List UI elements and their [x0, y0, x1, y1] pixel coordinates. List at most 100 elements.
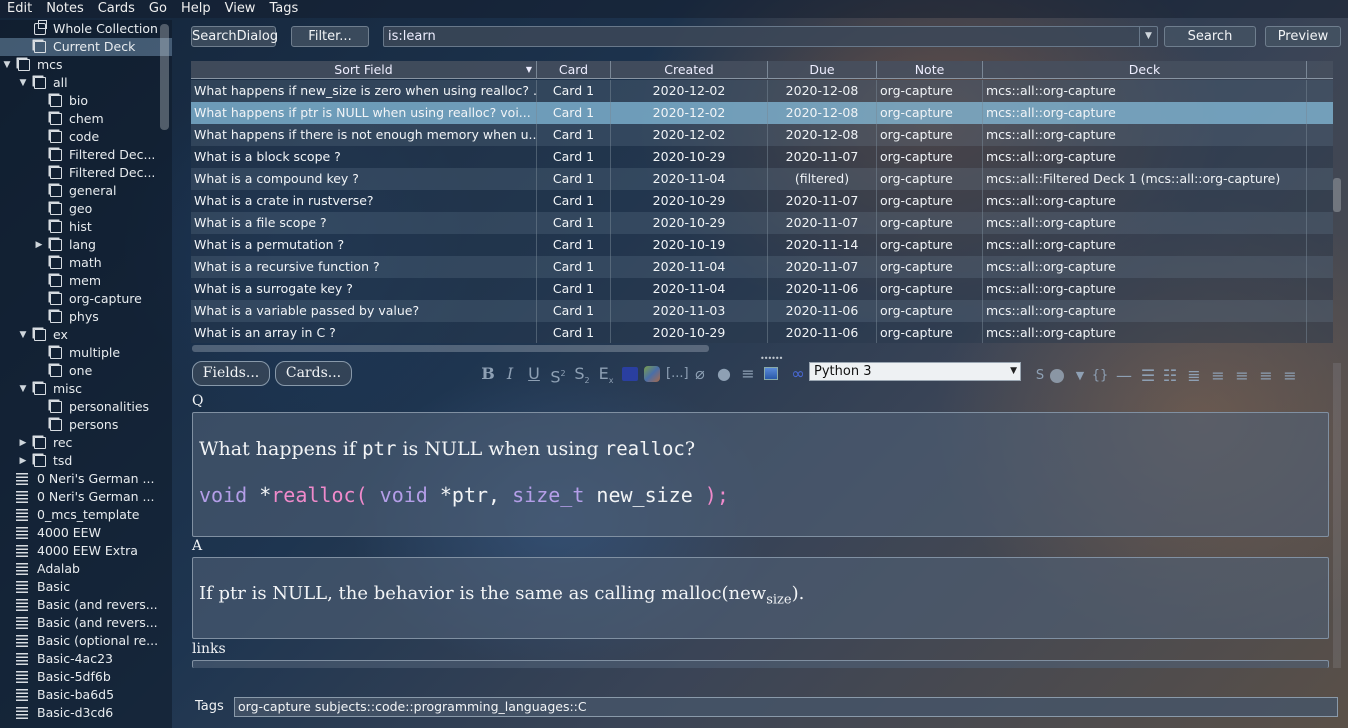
align-center-icon[interactable]: ≡: [1208, 364, 1228, 388]
filter-button[interactable]: Filter...: [291, 26, 369, 47]
expand-arrow-icon[interactable]: ▼: [3, 56, 11, 74]
cloze-icon[interactable]: [...]: [666, 362, 689, 386]
sidebar-item[interactable]: ▶ rec: [0, 434, 172, 452]
sidebar-item[interactable]: bio: [0, 92, 172, 110]
table-row[interactable]: What is a recursive function ? Card 1 2020…: [191, 256, 1333, 278]
fields-button[interactable]: Fields...: [192, 361, 270, 386]
sidebar-item[interactable]: persons: [0, 416, 172, 434]
menu-cards[interactable]: Cards: [91, 0, 142, 18]
splitter-handle[interactable]: ••••••: [760, 354, 783, 363]
expand-arrow-icon[interactable]: ▼: [19, 380, 27, 398]
sidebar-item[interactable]: 4000 EEW Extra: [0, 542, 172, 560]
table-horizontal-scrollbar[interactable]: [192, 345, 709, 352]
sidebar-item[interactable]: Filtered Dec...: [0, 146, 172, 164]
sidebar-item[interactable]: Basic-d3cd6: [0, 704, 172, 722]
align-left-icon[interactable]: ≡: [1232, 364, 1252, 388]
sidebar-item[interactable]: Current Deck: [0, 38, 172, 56]
bold-icon[interactable]: B: [478, 362, 498, 386]
collapse-arrow-icon[interactable]: ▶: [35, 236, 43, 254]
justify-icon[interactable]: ≡: [1280, 364, 1300, 388]
table-row[interactable]: What is a crate in rustverse? Card 1 2020-…: [191, 190, 1333, 212]
menu-help[interactable]: Help: [174, 0, 218, 18]
sidebar-item[interactable]: org-capture: [0, 290, 172, 308]
align-right-icon[interactable]: ≡: [1256, 364, 1276, 388]
editor-scrollbar[interactable]: [1333, 363, 1341, 668]
search-button[interactable]: Search: [1164, 26, 1256, 47]
sidebar-item[interactable]: math: [0, 254, 172, 272]
sidebar-item[interactable]: one: [0, 362, 172, 380]
column-sort-field[interactable]: Sort Field ▼: [191, 61, 537, 79]
fill-color-icon[interactable]: [1050, 369, 1064, 383]
table-row[interactable]: What is a variable passed by value? Card …: [191, 300, 1333, 322]
table-row[interactable]: What happens if new_size is zero when us…: [191, 80, 1333, 102]
sidebar-item[interactable]: phys: [0, 308, 172, 326]
table-row[interactable]: What is a compound key ? Card 1 2020-11-04…: [191, 168, 1333, 190]
sidebar-item[interactable]: personalities: [0, 398, 172, 416]
link-icon[interactable]: ∞: [788, 362, 808, 386]
indent-icon[interactable]: ≣: [1184, 364, 1204, 388]
menu-notes[interactable]: Notes: [39, 0, 91, 18]
sidebar-item[interactable]: ▶ lang: [0, 236, 172, 254]
sidebar-item[interactable]: Basic-ba6d5: [0, 686, 172, 704]
horizontal-rule-icon[interactable]: —: [1114, 364, 1134, 388]
sidebar-item[interactable]: Whole Collection: [0, 20, 172, 38]
collapse-arrow-icon[interactable]: ▶: [19, 434, 27, 452]
column-note[interactable]: Note: [877, 61, 983, 79]
searchdialog-button[interactable]: SearchDialog: [191, 26, 278, 47]
table-row[interactable]: What happens if ptr is NULL when using r…: [191, 102, 1333, 124]
sidebar-item[interactable]: multiple: [0, 344, 172, 362]
sidebar-item[interactable]: ▼ misc: [0, 380, 172, 398]
sidebar-item[interactable]: ▼ ex: [0, 326, 172, 344]
numbered-list-icon[interactable]: ☷: [1160, 364, 1180, 388]
underline-icon[interactable]: U: [524, 362, 544, 386]
search-input[interactable]: is:learn ▼: [383, 26, 1158, 47]
column-due[interactable]: Due: [768, 61, 877, 79]
superscript-icon[interactable]: S2: [548, 362, 568, 386]
menu-edit[interactable]: Edit: [0, 0, 39, 18]
table-row[interactable]: What happens if there is not enough memo…: [191, 124, 1333, 146]
sidebar-item[interactable]: hist: [0, 218, 172, 236]
sidebar-item[interactable]: ▼ mcs: [0, 56, 172, 74]
sidebar-item[interactable]: ▼ all: [0, 74, 172, 92]
sidebar-item[interactable]: 0 Neri's German ...: [0, 470, 172, 488]
italic-icon[interactable]: I: [500, 362, 520, 386]
sidebar-item[interactable]: chem: [0, 110, 172, 128]
sidebar-item[interactable]: 0_mcs_template: [0, 506, 172, 524]
sidebar-item[interactable]: Adalab: [0, 560, 172, 578]
tags-input[interactable]: org-capture subjects::code::programming_…: [234, 697, 1338, 717]
sidebar-item[interactable]: Basic-4ac23: [0, 650, 172, 668]
sidebar-item[interactable]: Basic (and revers...: [0, 596, 172, 614]
field-q-editor[interactable]: What happens if ptr is NULL when using r…: [192, 412, 1329, 537]
sidebar-item[interactable]: Basic (optional re...: [0, 632, 172, 650]
sidebar-item[interactable]: 0 Neri's German ...: [0, 488, 172, 506]
sidebar-item[interactable]: Basic (and revers...: [0, 614, 172, 632]
caret-down-icon[interactable]: ▼: [1070, 364, 1090, 388]
table-row[interactable]: What is a block scope ? Card 1 2020-10-29 2…: [191, 146, 1333, 168]
sidebar-item[interactable]: Basic: [0, 578, 172, 596]
menu-view[interactable]: View: [218, 0, 263, 18]
table-vertical-scrollbar[interactable]: [1333, 178, 1341, 212]
sidebar-item[interactable]: code: [0, 128, 172, 146]
sidebar-item[interactable]: Filtered Dec...: [0, 164, 172, 182]
table-row[interactable]: What is an array in C ? Card 1 2020-10-29 2…: [191, 322, 1333, 343]
sidebar-item[interactable]: mem: [0, 272, 172, 290]
menu-go[interactable]: Go: [142, 0, 174, 18]
column-card[interactable]: Card: [537, 61, 611, 79]
record-icon[interactable]: ●: [714, 362, 734, 386]
sidebar-item[interactable]: geo: [0, 200, 172, 218]
menu-tags[interactable]: Tags: [262, 0, 305, 18]
expand-arrow-icon[interactable]: ▼: [19, 326, 27, 344]
more-icon[interactable]: ≡: [738, 362, 758, 386]
sidebar-scrollbar[interactable]: [160, 24, 169, 130]
expand-arrow-icon[interactable]: ▼: [19, 74, 27, 92]
sidebar-item[interactable]: 4000 EEW: [0, 524, 172, 542]
preview-button[interactable]: Preview: [1265, 26, 1341, 47]
strikethrough-icon[interactable]: S: [1030, 364, 1050, 388]
subscript-icon[interactable]: S2: [572, 362, 592, 386]
collapse-arrow-icon[interactable]: ▶: [19, 452, 27, 470]
table-row[interactable]: What is a surrogate key ? Card 1 2020-11-0…: [191, 278, 1333, 300]
note-type-select[interactable]: Python 3 ▼: [809, 362, 1021, 381]
highlight-color-icon[interactable]: [644, 366, 660, 382]
code-braces-icon[interactable]: {}: [1090, 364, 1110, 388]
column-created[interactable]: Created: [611, 61, 768, 79]
